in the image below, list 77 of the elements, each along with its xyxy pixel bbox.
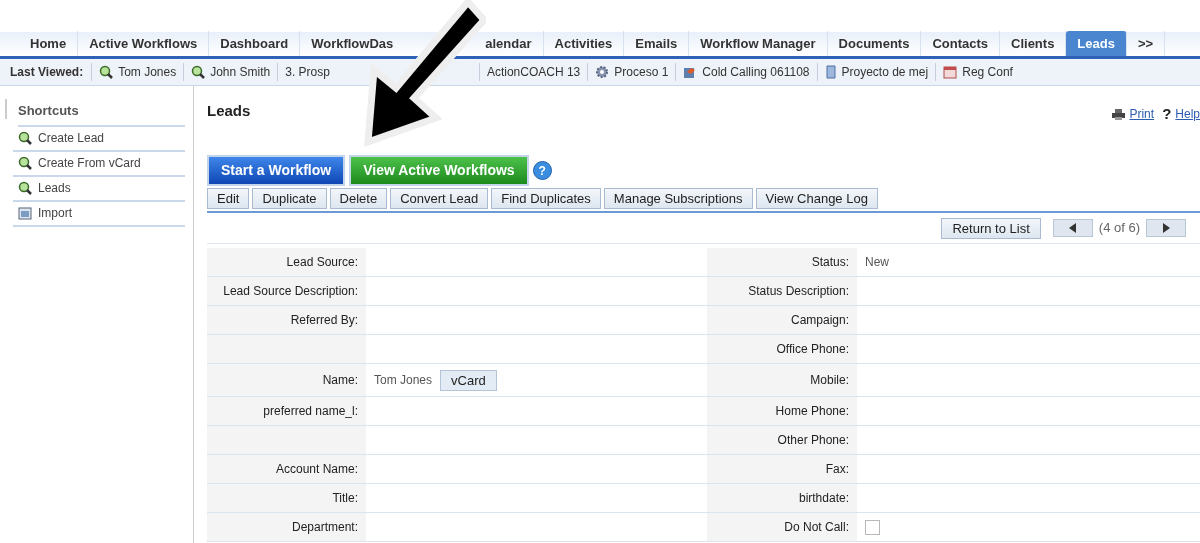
action-button[interactable]: Edit xyxy=(207,188,250,209)
last-viewed-label: Last Viewed: xyxy=(10,64,85,81)
field-label: Lead Source: xyxy=(207,248,366,277)
lead-search-icon xyxy=(18,181,32,195)
shortcut-link[interactable]: Leads xyxy=(13,176,185,202)
right-triangle-icon xyxy=(1162,223,1170,233)
nav-tab[interactable]: Workflow Manager xyxy=(689,31,828,56)
return-to-list-button[interactable]: Return to List xyxy=(941,217,1041,239)
action-button[interactable]: Find Duplicates xyxy=(491,188,601,209)
action-button[interactable]: Manage Subscriptions xyxy=(603,188,753,209)
nav-tab[interactable]: Activities xyxy=(543,31,625,56)
field-label: Title: xyxy=(207,484,366,513)
field-label: Office Phone: xyxy=(707,335,857,364)
help-link[interactable]: Help xyxy=(1175,105,1200,124)
recent-item-link[interactable]: Cold Calling 061108 xyxy=(675,63,817,81)
field-label: Fax: xyxy=(707,455,857,484)
nav-tab[interactable]: Leads xyxy=(1066,31,1127,56)
left-triangle-icon xyxy=(1069,223,1077,233)
recent-item-link[interactable]: Tom Jones xyxy=(91,63,184,81)
field-label: Lead Source Description: xyxy=(207,277,366,306)
gear-icon xyxy=(595,65,610,79)
field-label: preferred name_l: xyxy=(207,397,366,426)
nav-tab[interactable]: alendar xyxy=(485,31,544,56)
lead-search-icon xyxy=(191,65,206,79)
nav-tab[interactable]: Active Workflows xyxy=(78,31,210,56)
action-button[interactable]: Duplicate xyxy=(252,188,327,209)
field-label: Mobile: xyxy=(707,364,857,397)
field-label: Other Phone: xyxy=(707,426,857,455)
sidebar-title: Shortcuts xyxy=(18,101,185,127)
vcard-button[interactable]: vCard xyxy=(440,369,497,391)
nav-tab[interactable]: Documents xyxy=(827,31,922,56)
cube-icon xyxy=(683,65,698,79)
field-label: Referred By: xyxy=(207,306,366,335)
page-title: Leads xyxy=(207,101,251,121)
lead-search-icon xyxy=(99,65,114,79)
document-icon xyxy=(824,65,837,79)
field-label: Status: xyxy=(707,248,857,277)
recent-item-link[interactable]: John Smith xyxy=(183,63,278,81)
print-link[interactable]: Print xyxy=(1129,105,1155,124)
previous-button[interactable] xyxy=(1052,219,1093,237)
recent-item-link[interactable]: Proceso 1 xyxy=(587,63,676,81)
next-button[interactable] xyxy=(1146,219,1186,237)
nav-tab[interactable]: >> xyxy=(1126,31,1166,56)
checkbox[interactable] xyxy=(865,519,880,535)
field-value: Tom Jones xyxy=(374,372,433,389)
field-label: Do Not Call: xyxy=(707,513,857,542)
nav-tab[interactable]: Home xyxy=(19,31,79,56)
nav-tab[interactable]: Dashboard xyxy=(209,31,301,56)
field-label: Account Name: xyxy=(207,455,366,484)
field-label: Department: xyxy=(207,513,366,542)
action-button[interactable]: Convert Lead xyxy=(390,188,489,209)
recent-item-link[interactable]: Proyecto de mej xyxy=(816,63,936,81)
shortcut-link[interactable]: Create From vCard xyxy=(13,151,185,177)
action-button[interactable]: Delete xyxy=(329,188,388,209)
pager-text: (4 of 6) xyxy=(1098,219,1140,238)
field-label: birthdate: xyxy=(707,484,857,513)
recent-item-link[interactable]: Reg Conf xyxy=(935,63,1020,81)
field-label: Home Phone: xyxy=(707,397,857,426)
lead-search-icon xyxy=(18,131,32,145)
nav-tab[interactable]: Emails xyxy=(624,31,690,56)
calendar-icon xyxy=(943,65,958,79)
field-label: Campaign: xyxy=(707,306,857,335)
shortcut-link[interactable]: Create Lead xyxy=(13,126,185,152)
lead-search-icon xyxy=(18,156,32,170)
recent-item-link[interactable]: 3. Prosp xyxy=(277,63,337,81)
field-value: New xyxy=(865,254,889,271)
nav-tab[interactable]: WorkflowDas xyxy=(300,31,394,56)
recent-item-link[interactable]: ActionCOACH 13 xyxy=(478,63,588,81)
shortcut-link[interactable]: Import xyxy=(13,201,185,227)
action-button[interactable]: View Change Log xyxy=(755,188,878,209)
nav-tab[interactable]: Contacts xyxy=(921,31,1000,56)
printer-icon xyxy=(1112,108,1126,120)
field-label: Status Description: xyxy=(707,277,857,306)
question-mark-icon: ? xyxy=(1162,103,1172,126)
import-icon xyxy=(18,206,32,220)
workflow-button[interactable]: Start a Workflow xyxy=(207,155,346,186)
field-label: Name: xyxy=(207,364,366,397)
